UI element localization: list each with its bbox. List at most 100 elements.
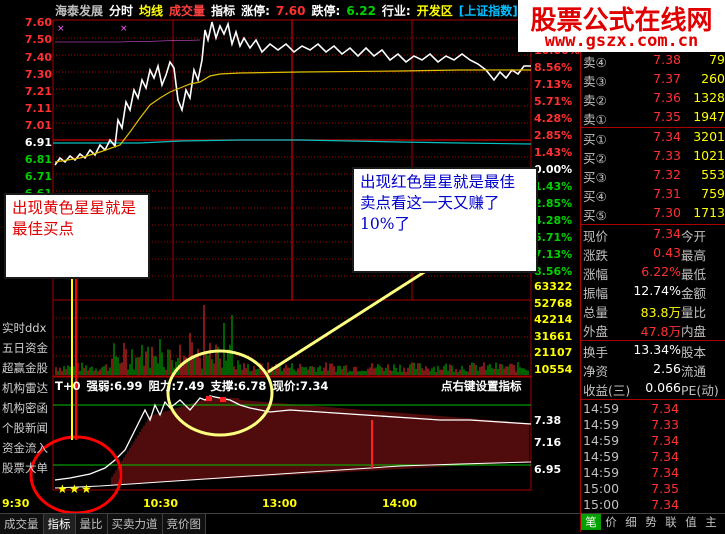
right-tab[interactable]: 值 [681, 514, 701, 530]
stat-value: 6.22% [641, 264, 681, 279]
stat-right-label: 内盘 [681, 324, 707, 339]
stats-mid-divider [581, 340, 725, 341]
brand-url: www.gszx.com.cn [544, 31, 699, 51]
order-volume: 1021 [693, 148, 725, 163]
red-star-marker [206, 396, 212, 401]
left-menu: 实时ddx 五日资金 超赢金股 机构雷达 机构密函 个股新闻 资金流入 股票大单 [0, 318, 52, 478]
right-tab[interactable]: 势 [641, 514, 661, 530]
stat-value: 0.43 [653, 245, 681, 260]
right-tabs: 笔价细势联值主 [581, 513, 725, 533]
indicator-value: T+0 [55, 379, 81, 393]
sell-note: 出现红色星星就是最佳卖点看这一天又赚了10%了 [352, 167, 538, 273]
price-tick-left: 6.71 [24, 170, 52, 183]
stat-label: 总量 [583, 305, 609, 320]
order-volume: 3201 [693, 129, 725, 144]
title-item: 海泰发展 [55, 4, 104, 18]
title-item[interactable]: 均线 [139, 4, 163, 18]
right-tab[interactable]: 细 [621, 514, 641, 530]
order-label: 买① [583, 132, 607, 147]
yellow-star-marker-3: ★ [81, 482, 92, 496]
title-item[interactable]: 指标 [211, 4, 235, 18]
price-tick-right: 2.85% [534, 197, 573, 210]
stat-value: 12.74% [633, 283, 681, 298]
indicator-settings-link[interactable]: 点右键设置指标 [441, 378, 522, 394]
tick-price: 7.34 [651, 497, 679, 512]
stat-label: 净资 [583, 364, 609, 379]
left-menu-item[interactable]: 股票大单 [0, 458, 52, 478]
order-label: 卖③ [583, 74, 607, 89]
bottom-tab[interactable]: 成交量 [0, 514, 44, 534]
bottom-tab[interactable]: 竞价图 [162, 514, 206, 534]
price-tick-right: 4.28% [534, 214, 573, 227]
order-price: 7.38 [653, 52, 681, 67]
buy-note: 出现黄色星星就是最佳买点 [4, 193, 150, 279]
marker-x-1: × [57, 24, 65, 34]
stat-right-label: 流通 [681, 364, 707, 379]
stat-value: 83.8万 [640, 305, 681, 320]
stat-right-label: PE(动) [681, 383, 719, 398]
price-tick-left: 6.81 [24, 153, 52, 166]
price-tick-right: 5.71% [534, 95, 573, 108]
bottom-tab[interactable]: 量比 [75, 514, 108, 534]
stat-row: 换手 13.34% 股本 [581, 342, 725, 361]
order-label: 买② [583, 151, 607, 166]
left-menu-item[interactable]: 实时ddx [0, 318, 52, 338]
stat-row: 净资 2.56 流通 [581, 361, 725, 380]
volume-tick: 21107 [534, 346, 573, 359]
right-tab[interactable]: 价 [601, 514, 621, 530]
price-tick-left: 7.11 [24, 102, 52, 115]
order-book-divider [581, 127, 725, 128]
stat-label: 外盘 [583, 324, 609, 339]
order-price: 7.32 [653, 167, 681, 182]
left-menu-item[interactable]: 资金流入 [0, 438, 52, 458]
order-label: 买③ [583, 170, 607, 185]
tick-price: 7.35 [651, 481, 679, 496]
price-tick-left: 7.01 [24, 119, 52, 132]
time-tick: 13:00 [262, 497, 298, 510]
indicator-tick: 7.38 [534, 414, 562, 427]
right-tab[interactable]: 笔 [581, 514, 601, 530]
order-book-sell-row: 卖② 7.36 1328 [581, 90, 725, 109]
price-tick-right: 8.56% [534, 265, 573, 278]
ticks-divider [581, 399, 725, 400]
stat-label: 换手 [583, 345, 609, 360]
stat-label: 现价 [583, 229, 609, 244]
stat-row: 涨跌 0.43 最高 [581, 245, 725, 264]
left-menu-item[interactable]: 机构密函 [0, 398, 52, 418]
brand-watermark: 股票公式在线网 www.gszx.com.cn [518, 0, 725, 52]
order-price: 7.31 [653, 186, 681, 201]
title-item: 跌停: [311, 4, 341, 18]
order-book-buy-row: 买③ 7.32 553 [581, 167, 725, 186]
right-tab[interactable]: 联 [661, 514, 681, 530]
stat-right-label: 金额 [681, 286, 707, 301]
indicator-value: 强弱:6.99 [86, 379, 143, 393]
title-item[interactable]: 分时 [109, 4, 133, 18]
indicator-tick: 7.16 [534, 436, 562, 449]
bottom-tab[interactable]: 指标 [43, 514, 76, 534]
price-tick-right: 2.85% [534, 129, 573, 142]
right-tab[interactable]: 主 [701, 514, 721, 530]
left-menu-item[interactable]: 五日资金 [0, 338, 52, 358]
tick-price: 7.34 [651, 465, 679, 480]
volume-tick: 52768 [534, 296, 573, 310]
bottom-tab[interactable]: 买卖力道 [107, 514, 163, 534]
order-volume: 1947 [693, 109, 725, 124]
stat-row: 收益(三) 0.066 PE(动) [581, 380, 725, 399]
left-menu-item[interactable]: 超赢金股 [0, 358, 52, 378]
order-book-sell-row: 卖③ 7.37 260 [581, 71, 725, 90]
order-price: 7.37 [653, 71, 681, 86]
stat-row: 现价 7.34 今开 [581, 226, 725, 245]
marker-x-2: × [120, 24, 128, 34]
title-item[interactable]: 成交量 [169, 4, 205, 18]
order-volume: 759 [701, 186, 725, 201]
left-menu-item[interactable]: 个股新闻 [0, 418, 52, 438]
price-tick-right: 5.71% [534, 231, 573, 244]
stat-label: 涨幅 [583, 267, 609, 282]
volume-tick: 63322 [534, 280, 573, 293]
price-tick-left: 7.21 [24, 85, 52, 98]
left-menu-item[interactable]: 机构雷达 [0, 378, 52, 398]
order-label: 卖① [583, 112, 607, 127]
stats-divider [581, 224, 725, 225]
price-tick-left: 7.30 [24, 68, 52, 81]
price-tick-right: 1.43% [534, 146, 573, 159]
